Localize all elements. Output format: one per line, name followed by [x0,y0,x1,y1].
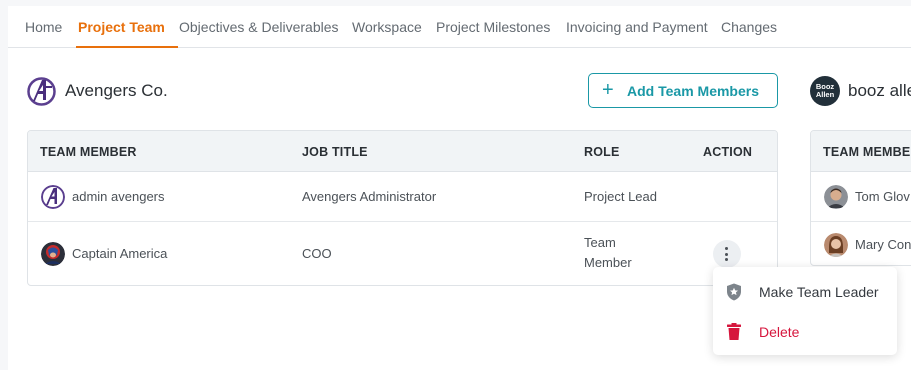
column-header-role: ROLE [584,145,620,159]
tab-objectives-deliverables[interactable]: Objectives & Deliverables [179,19,339,35]
company-name: booz alle [848,81,911,100]
tab-project-team[interactable]: Project Team [78,19,165,35]
person-avatar-icon [824,185,848,209]
column-header-team-member: TEAM MEMBER [823,145,911,159]
column-header-job-title: JOB TITLE [302,145,368,159]
column-header-action: ACTION [703,145,753,159]
kebab-dot [725,258,728,261]
table-header: TEAM MEMBER JOB TITLE ROLE ACTION [28,131,777,172]
logo-text-line-2: Allen [815,90,835,99]
row-actions-kebab-button[interactable] [713,240,741,268]
member-name: Tom Glov [855,189,910,204]
member-role: Project Lead [584,189,657,204]
add-team-members-label: Add Team Members [627,83,759,99]
captain-america-avatar-icon [41,242,65,266]
booz-allen-logo-icon: Booz Allen [810,76,840,106]
member-name: admin avengers [72,189,165,204]
tab-invoicing-payment[interactable]: Invoicing and Payment [566,19,708,35]
menu-item-make-team-leader[interactable]: Make Team Leader [713,274,897,310]
table-row: Mary Con [811,222,911,265]
add-team-members-button[interactable]: + Add Team Members [588,73,778,108]
plus-icon: + [602,79,614,101]
table-row: Captain America COO Team Member [28,222,777,285]
table-row: Tom Glov [811,172,911,222]
table-header: TEAM MEMBER [811,131,911,172]
row-action-menu: Make Team Leader Delete [713,267,897,355]
menu-item-label: Make Team Leader [759,284,879,300]
menu-item-label: Delete [759,324,800,340]
avengers-logo-icon [27,77,56,106]
member-role: Team Member [584,235,632,270]
tab-bar: Home Project Team Objectives & Deliverab… [8,6,911,48]
tab-workspace[interactable]: Workspace [352,19,422,35]
team-table: TEAM MEMBER JOB TITLE ROLE ACTION admin … [27,130,778,286]
person-avatar-icon [824,233,848,257]
member-name: Mary Con [855,237,911,252]
kebab-dot [725,252,728,256]
tab-home[interactable]: Home [25,19,62,35]
team-table: TEAM MEMBER Tom Glov Mary Con [810,130,911,266]
tab-project-milestones[interactable]: Project Milestones [436,19,550,35]
menu-item-delete[interactable]: Delete [713,314,897,350]
column-header-team-member: TEAM MEMBER [40,145,137,159]
table-row: admin avengers Avengers Administrator Pr… [28,172,777,222]
avengers-avatar-icon [41,185,65,209]
kebab-dot [725,247,728,250]
company-name: Avengers Co. [65,81,168,100]
tab-changes[interactable]: Changes [721,19,777,35]
member-job-title: Avengers Administrator [302,189,437,204]
member-name: Captain America [72,246,168,261]
trash-icon [727,323,741,340]
member-job-title: COO [302,246,332,261]
shield-star-icon [726,283,742,301]
